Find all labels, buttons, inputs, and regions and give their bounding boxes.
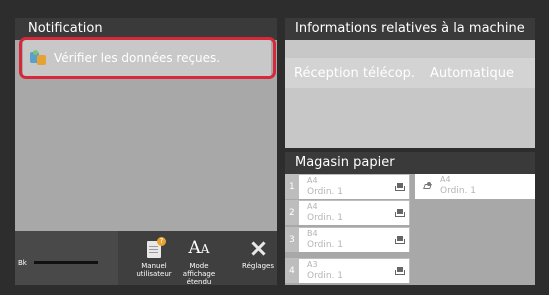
notification-highlight-frame [19,37,276,79]
bypass-type: Ordin. 1 [440,186,476,196]
fax-reception-label: Réception télécop. [294,65,416,81]
tray-cell: A4 Ordin. 1 [299,175,409,199]
bypass-tray-icon [423,182,433,190]
user-manual-button[interactable]: ? Manuel utilisateur [132,237,176,285]
tray-cell: A3 Ordin. 1 [299,259,409,283]
fax-reception-row: Réception télécop. Automatique [285,58,535,88]
paper-tray-icon [395,183,405,191]
settings-label: Réglages [242,262,274,270]
tray-row[interactable]: 4 A3 Ordin. 1 [285,258,410,283]
wrench-screwdriver-icon [247,237,269,259]
tray-number: 1 [289,182,295,192]
user-manual-label: Manuel utilisateur [136,262,172,278]
toner-level-bar [34,261,98,264]
settings-button[interactable]: Réglages [236,237,280,285]
bypass-size: A4 [440,175,451,184]
tray-cell: B4 Ordin. 1 [299,228,409,252]
extended-display-mode-button[interactable]: AA Mode affichage étendu [177,237,221,286]
paper-tray-icon [395,267,405,275]
paper-tray-icon [395,209,405,217]
tray-cell: A4 Ordin. 1 [299,201,409,225]
tray-type: Ordin. 1 [307,271,343,281]
tray-type: Ordin. 1 [307,240,343,250]
tray-number: 2 [289,208,295,218]
machine-info-panel [285,40,535,148]
paper-tray-icon [395,236,405,244]
tray-size: A3 [307,260,318,269]
tray-type: Ordin. 1 [307,213,343,223]
tray-row[interactable]: 1 A4 Ordin. 1 [285,174,410,199]
tray-type: Ordin. 1 [307,187,343,197]
tray-size: B4 [307,229,318,238]
bypass-tray[interactable]: A4 Ordin. 1 [415,174,535,199]
tray-size: A4 [307,202,318,211]
toner-label: Bk [18,259,27,267]
paper-tray-title: Magasin papier [285,152,535,174]
tray-row[interactable]: 2 A4 Ordin. 1 [285,200,410,225]
extended-display-mode-label: Mode affichage étendu [182,262,216,286]
user-manual-icon: ? [143,237,166,259]
fax-reception-value: Automatique [430,65,515,81]
tray-number: 4 [289,266,295,276]
tray-row[interactable]: 3 B4 Ordin. 1 [285,227,410,252]
tray-size: A4 [307,176,318,185]
toner-level-area [15,231,118,285]
machine-info-title: Informations relatives à la machine [285,18,535,40]
text-size-icon: AA [188,238,210,258]
tray-number: 3 [289,235,295,245]
